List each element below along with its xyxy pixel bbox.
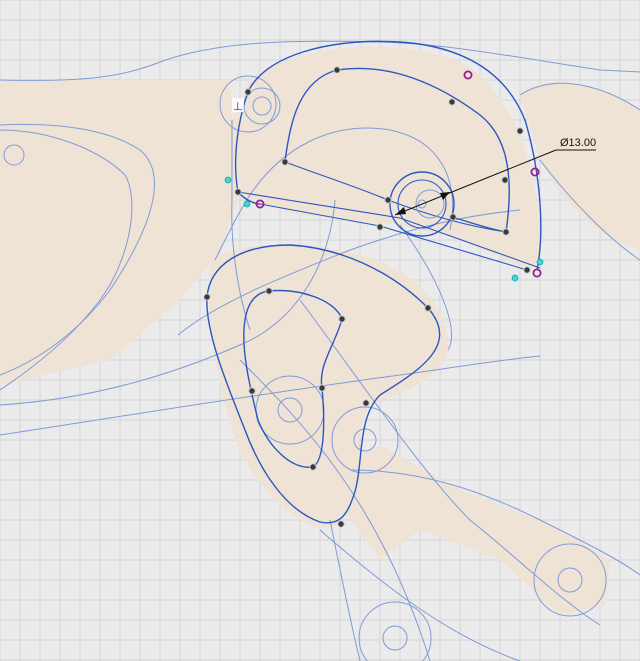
sketch-point[interactable] (516, 127, 524, 135)
sketch-point[interactable] (448, 98, 456, 106)
midpoint-marker[interactable] (536, 258, 544, 266)
sketch-point[interactable] (203, 293, 211, 301)
sketch-point[interactable] (523, 266, 531, 274)
sketch-point[interactable] (501, 176, 509, 184)
sketch-point[interactable] (309, 463, 317, 471)
sketch-point[interactable] (318, 384, 326, 392)
sketch-point[interactable] (502, 228, 510, 236)
sketch-point[interactable] (338, 315, 346, 323)
sketch-point[interactable] (234, 188, 242, 196)
sketch-point[interactable] (362, 399, 370, 407)
midpoint-marker[interactable] (243, 200, 251, 208)
sketch-point[interactable] (248, 387, 256, 395)
midpoint-marker[interactable] (224, 176, 232, 184)
sketch-point[interactable] (281, 158, 289, 166)
sketch-point[interactable] (376, 223, 384, 231)
sketch-point[interactable] (449, 213, 457, 221)
coincident-constraint-icon[interactable]: ⊥ (232, 98, 244, 113)
sketch-point[interactable] (337, 520, 345, 528)
sketch-point[interactable] (333, 66, 341, 74)
constraint-point-marker[interactable] (530, 167, 540, 177)
sketch-point[interactable] (244, 88, 252, 96)
sketch-point[interactable] (384, 196, 392, 204)
profile-region-left-arm[interactable] (0, 80, 238, 385)
midpoint-marker[interactable] (511, 274, 519, 282)
diameter-dimension-label[interactable]: Ø13.00 (560, 137, 596, 149)
svg-text:⊥: ⊥ (233, 100, 243, 113)
sketch-point[interactable] (265, 287, 273, 295)
sketch-point[interactable] (424, 304, 432, 312)
sketch-canvas[interactable]: ⊥ Ø13.00 (0, 0, 640, 661)
